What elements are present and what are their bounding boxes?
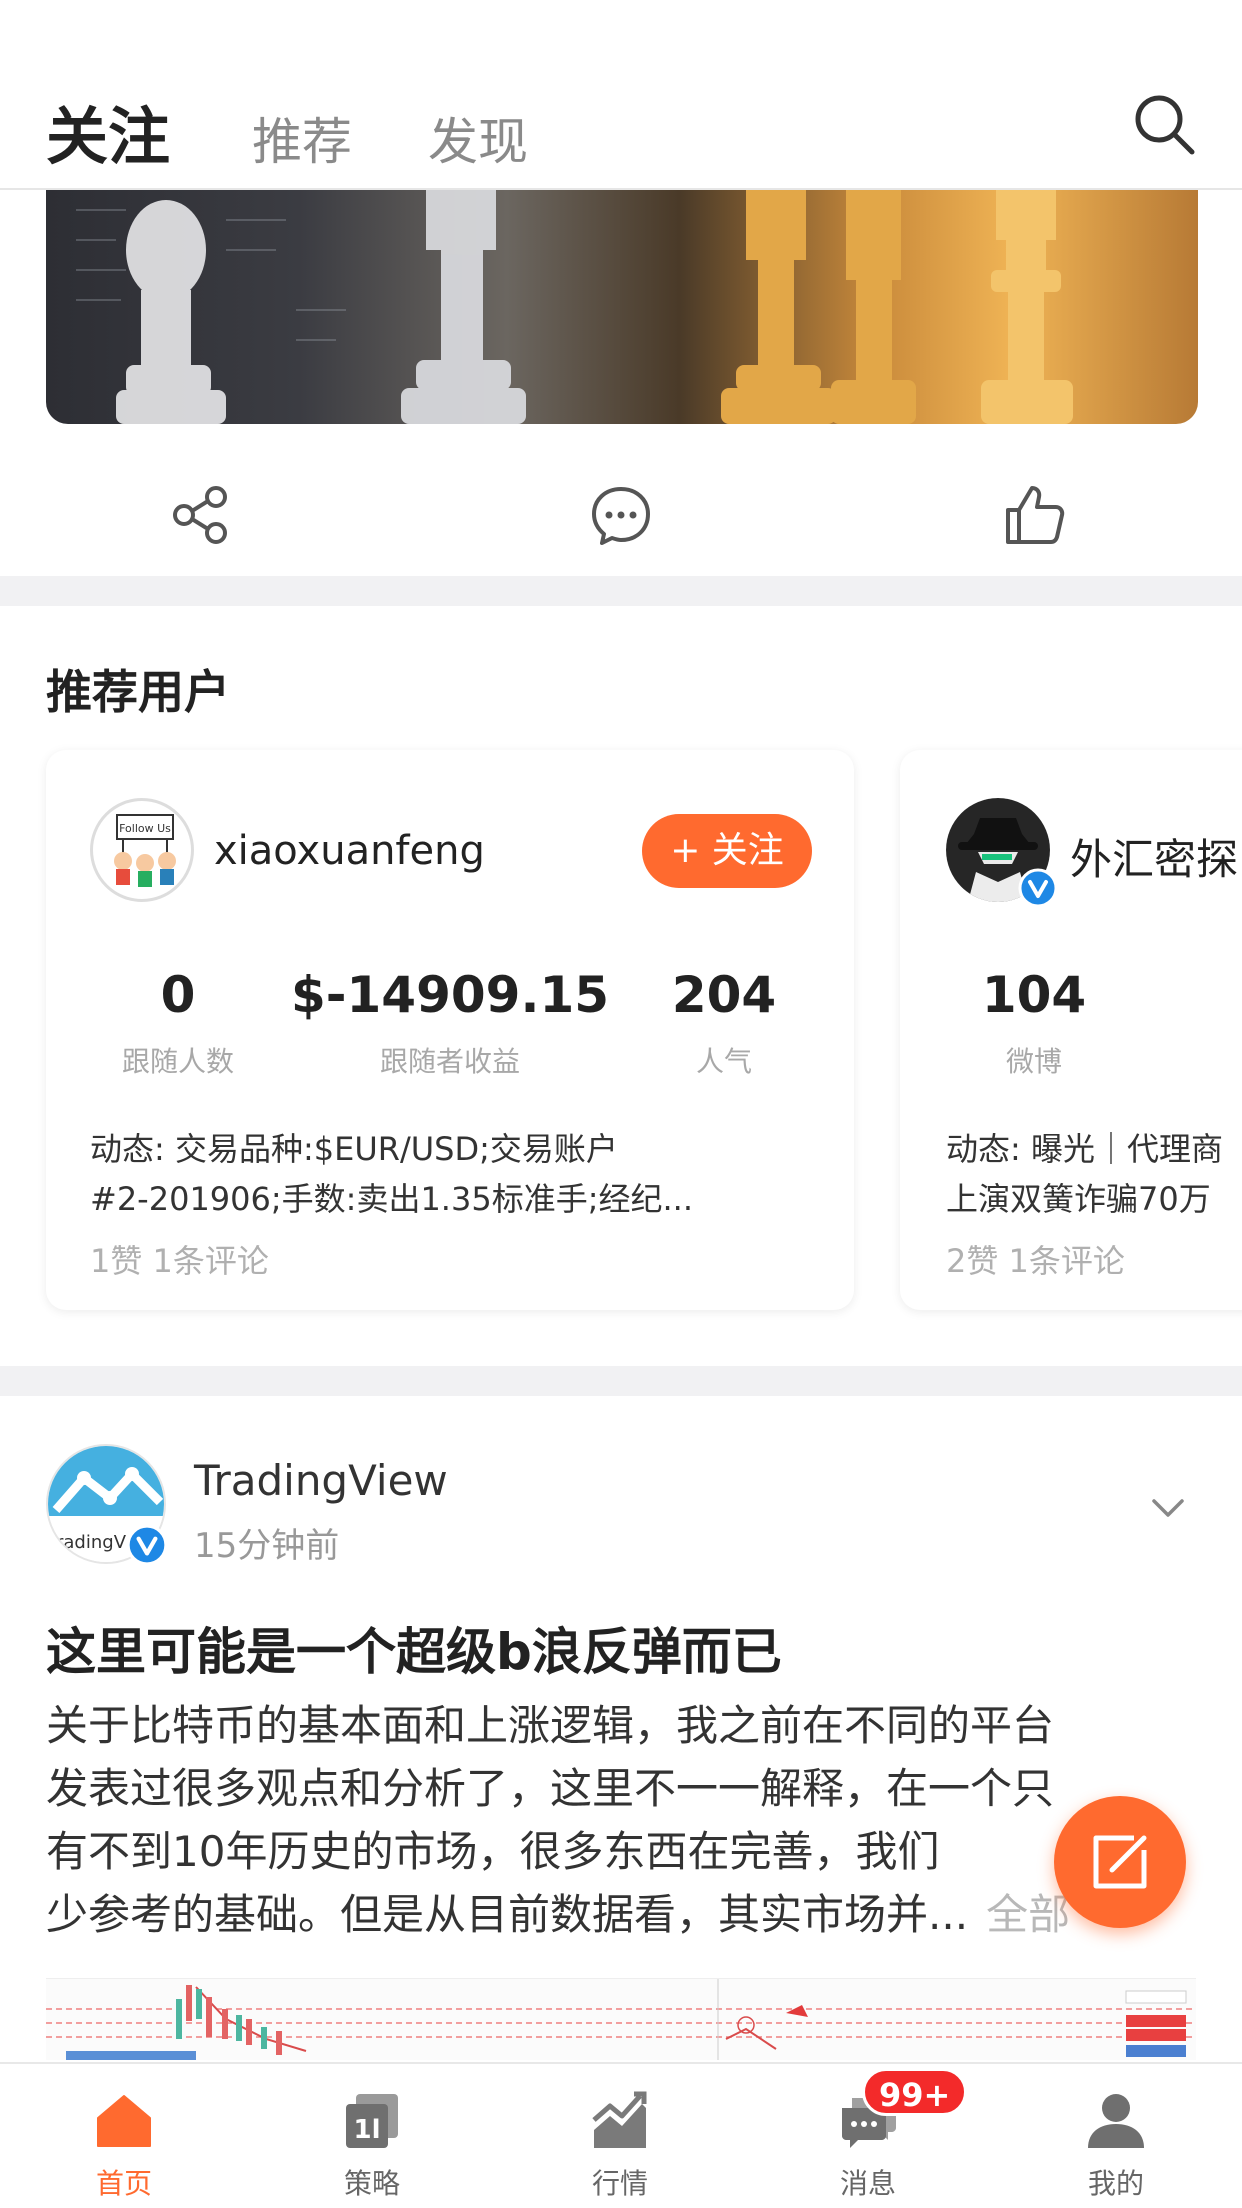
nav-strategy-label: 策略 (343, 2167, 400, 2200)
nav-home-label: 首页 (95, 2167, 152, 2200)
thumbs-up-icon[interactable] (1004, 484, 1066, 546)
nav-market[interactable]: 行情 (496, 2064, 744, 2208)
nav-strategy[interactable]: 1l 策略 (248, 2064, 496, 2208)
section-divider (0, 1366, 1242, 1396)
strategy-icon: 1l (346, 2094, 398, 2148)
svg-text:1l: 1l (353, 2115, 380, 2145)
stat-profit-label: 跟随者收益 (379, 1045, 520, 1078)
market-chart-icon (592, 2091, 647, 2148)
post-body-line-text: 少参考的基础。但是从目前数据看，其实市场并... (46, 1890, 969, 1939)
unread-messages-badge: 99+ (862, 2068, 968, 2116)
author-name[interactable]: TradingView (194, 1456, 448, 1505)
post-body-line: 关于比特币的基本面和上涨逻辑，我之前在不同的平台 (46, 1701, 1055, 1750)
user-dynamic-line[interactable]: #2-201906;手数:卖出1.35标准手;经纪... (90, 1174, 820, 1224)
tab-following[interactable]: 关注 (46, 86, 170, 176)
stat-popularity-value: 204 (671, 966, 777, 1024)
user-dynamic-meta: 1赞 1条评论 (90, 1242, 269, 1280)
user-dynamic-line[interactable]: 上演双簧诈骗70万 (946, 1174, 1242, 1224)
bottom-navigation: 首页 1l 策略 行情 消息 我的 (0, 2062, 1242, 2208)
post-body-line: 少参考的基础。但是从目前数据看，其实市场并... 全部 (46, 1883, 1196, 1946)
nav-market-label: 行情 (591, 2167, 648, 2200)
post-time: 15分钟前 (194, 1526, 340, 1566)
nav-home[interactable]: 首页 (0, 2064, 248, 2208)
follow-button[interactable]: + 关注 (642, 814, 812, 888)
stat-popularity-label: 人气 (695, 1045, 752, 1078)
stat-posts-label: 微博 (1005, 1045, 1062, 1078)
profile-icon (1088, 2094, 1144, 2148)
comment-icon[interactable] (590, 484, 652, 546)
post-actions-bar (0, 436, 1242, 576)
user-name[interactable]: 外汇密探 (1070, 826, 1238, 887)
post-banner-image[interactable] (46, 190, 1198, 424)
post-body[interactable]: 关于比特币的基本面和上涨逻辑，我之前在不同的平台 发表过很多观点和分析了，这里不… (46, 1694, 1196, 1946)
expand-more-link[interactable]: 全部 (986, 1890, 1070, 1939)
verified-badge-icon (126, 1524, 168, 1566)
user-avatar[interactable]: Follow Us (90, 798, 194, 902)
share-icon[interactable] (170, 484, 232, 546)
section-divider (0, 576, 1242, 606)
top-header: 关注 推荐 发现 (0, 0, 1242, 190)
user-dynamic-meta: 2赞 1条评论 (946, 1242, 1125, 1280)
svg-text:radingV: radingV (56, 1532, 127, 1553)
recommend-user-card[interactable]: 外汇密探 104 微博 动态: 曝光｜代理商 上演双簧诈骗70万 2赞 1条评论 (900, 750, 1242, 1310)
nav-profile[interactable]: 我的 (992, 2064, 1240, 2208)
post-body-line: 有不到10年历史的市场，很多东西在完善，我们 (46, 1827, 940, 1876)
bitcoin-chart-thumbnail (46, 1979, 1196, 2060)
follow-us-avatar-image: Follow Us (114, 814, 176, 887)
recommend-user-card[interactable]: Follow Us xiaoxuanfeng + 关注 0 跟随人数 $-149… (46, 750, 854, 1310)
post-chart-image[interactable] (46, 1978, 1196, 2060)
compose-icon (1093, 1835, 1147, 1889)
post-title[interactable]: 这里可能是一个超级b浪反弹而已 (46, 1612, 782, 1684)
stat-followers-label: 跟随人数 (121, 1045, 234, 1078)
nav-profile-label: 我的 (1087, 2167, 1144, 2200)
chevron-down-icon[interactable] (1150, 1490, 1186, 1526)
post-body-line: 发表过很多观点和分析了，这里不一一解释，在一个只 (46, 1764, 1055, 1813)
stat-followers-value: 0 (160, 966, 196, 1024)
chess-pieces-image (76, 190, 1073, 424)
stat-posts-value: 104 (981, 966, 1087, 1024)
search-icon[interactable] (1132, 92, 1196, 156)
recommend-section-title: 推荐用户 (46, 665, 230, 719)
stat-profit-value: $-14909.15 (290, 966, 610, 1024)
svg-text:Follow Us: Follow Us (119, 822, 171, 835)
nav-messages-label: 消息 (839, 2167, 896, 2200)
tab-recommended[interactable]: 推荐 (252, 102, 352, 174)
user-dynamic-line[interactable]: 动态: 曝光｜代理商 (946, 1124, 1242, 1174)
tab-discover[interactable]: 发现 (428, 102, 528, 174)
home-icon (97, 2095, 151, 2147)
user-name[interactable]: xiaoxuanfeng (214, 828, 485, 874)
user-dynamic-line[interactable]: 动态: 交易品种:$EUR/USD;交易账户 (90, 1124, 820, 1174)
verified-badge-icon (1018, 868, 1058, 908)
compose-button[interactable] (1054, 1796, 1186, 1928)
